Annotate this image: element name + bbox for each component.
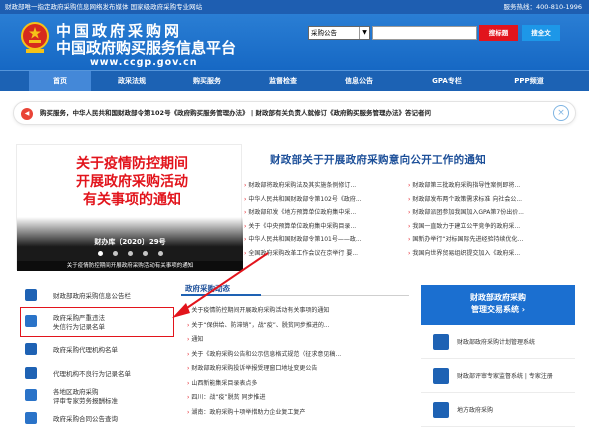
slide-dot[interactable] — [97, 251, 103, 256]
news-link[interactable]: 关于《中央预算单位政府集中采购目录... — [244, 220, 402, 234]
panel-title-line: 管理交易系统 › — [470, 305, 526, 314]
sidebar-item-bulletin[interactable]: 财政部政府采购信息公告栏 — [20, 284, 170, 308]
banner-title-line: 开展政府采购活动 — [76, 174, 188, 190]
banner-pagination — [17, 251, 243, 256]
slide-dot[interactable] — [127, 251, 133, 256]
calendar-icon — [433, 334, 449, 350]
slide-dot[interactable] — [157, 251, 163, 256]
search-title-button[interactable]: 搜标题 — [479, 25, 518, 41]
system-link-label: 地方政府采购 — [457, 407, 494, 414]
news-link[interactable]: 山西新能集采目录表点多 — [187, 377, 402, 392]
nav-announcements[interactable]: 信息公告 — [328, 71, 390, 91]
nav-gpa[interactable]: GPA专栏 — [416, 71, 478, 91]
trading-system-header[interactable]: 财政部政府采购 管理交易系统 › — [421, 285, 575, 325]
news-link[interactable]: 中华人民共和国财政部令第101号——政... — [244, 233, 402, 247]
news-link[interactable]: 全国政府采购改革工作会议在京举行 要... — [244, 247, 402, 261]
search-category-value: 采购公告 — [311, 29, 337, 37]
notice-marquee: ◀ 购买服务，中华人民共和国财政部令第102号《政府购买服务管理办法》 | 财政… — [13, 101, 576, 125]
bar-chart-icon — [25, 367, 37, 379]
close-icon[interactable]: × — [553, 105, 569, 121]
topbar-slogan: 财政部唯一指定政府采购信息网络发布媒体 国家级政府采购专业网站 — [5, 3, 203, 11]
site-url: www.ccgp.gov.cn — [90, 57, 198, 68]
search-icon — [25, 412, 37, 424]
banner-title-line: 有关事项的通知 — [83, 192, 181, 208]
site-subtitle: 中国政府购买服务信息平台 — [56, 39, 237, 57]
sidebar-item-label-block: 各地区政府采购 评审专家劳务报酬标准 — [53, 388, 118, 406]
news-link[interactable]: 关于“保供给、防滞销”，战“疫”、脱贫同步推进的... — [187, 319, 402, 334]
feature-banner[interactable]: 关于疫情防控期间 开展政府采购活动 有关事项的通知 财办库〔2020〕29号 关… — [16, 144, 243, 271]
nav-purchase-services[interactable]: 购买服务 — [176, 71, 238, 91]
speaker-icon: ◀ — [21, 108, 33, 120]
top-info-bar: 财政部唯一指定政府采购信息网络发布媒体 国家级政府采购专业网站 服务热线：400… — [0, 0, 589, 14]
slide-dot[interactable] — [112, 251, 118, 256]
news-link[interactable]: 湖南：政府采购十项举措助力企业复工复产 — [187, 406, 402, 421]
system-link-plan[interactable]: 财政部政府采购计划管理系统 — [421, 325, 575, 359]
site-header: 中国政府采购网 中国政府购买服务信息平台 www.ccgp.gov.cn 采购公… — [0, 14, 589, 70]
system-link-local[interactable]: 地方政府采购 — [421, 393, 575, 427]
main-nav: 首页 政采法规 购买服务 监督检查 信息公告 GPA专栏 PPP频道 — [0, 70, 589, 91]
globe-icon — [433, 402, 449, 418]
search-input[interactable] — [372, 26, 477, 40]
sidebar-item-label: 政府采购合同公告查询 — [53, 415, 118, 423]
sidebar-item-agencies[interactable]: 政府采购代理机构名单 — [20, 338, 170, 362]
highlight-box — [20, 307, 174, 337]
news-link[interactable]: 四川：战“疫”脱贫 同步推进 — [187, 391, 402, 406]
news-link[interactable]: 财政部印发《地方预算单位政府集中采... — [244, 206, 402, 220]
divider-accent — [181, 294, 261, 296]
news-link[interactable]: 中华人民共和国财政部令第102号《政府... — [244, 193, 402, 207]
search-fulltext-button[interactable]: 搜全文 — [522, 25, 560, 41]
news-link[interactable]: 国新办举行“对标国际先进经验持续优化... — [408, 233, 566, 247]
sidebar-item-bad-records[interactable]: 代理机构不良行为记录名单 — [20, 362, 170, 386]
news-link[interactable]: 财政部第三批政府采购指导性案例即将... — [408, 179, 566, 193]
nav-supervision[interactable]: 监督检查 — [252, 71, 314, 91]
service-hotline: 服务热线：400-810-1996 — [503, 3, 582, 11]
news-link[interactable]: 财政部发布两个政策需求标准 向社会公... — [408, 193, 566, 207]
news-link[interactable]: 财政部将政府采购法及其实施条例修订... — [244, 179, 402, 193]
news-link[interactable]: 通知 — [187, 333, 402, 348]
banner-title-line: 关于疫情防控期间 — [76, 156, 188, 172]
sidebar-item-label: 评审专家劳务报酬标准 — [53, 397, 118, 405]
sidebar-item-label: 各地区政府采购 — [53, 388, 99, 396]
dynamic-news-list: 关于疫情防控期间开展政府采购活动有关事项的通知 关于“保供给、防滞销”，战“疫”… — [187, 304, 402, 420]
sidebar-item-contract-search[interactable]: 政府采购合同公告查询 — [20, 407, 170, 431]
system-link-label: 财政部评审专家监督系统 | 专家注册 — [457, 373, 553, 380]
news-link[interactable]: 我国向世界贸易组织提交加入《政府采... — [408, 247, 566, 261]
nav-ppp[interactable]: PPP频道 — [498, 71, 560, 91]
sidebar-item-expert-fees[interactable]: 各地区政府采购 评审专家劳务报酬标准 — [20, 384, 170, 408]
headline-link[interactable]: 财政部关于开展政府采购意向公开工作的通知 — [270, 152, 486, 167]
news-list-right: 财政部第三批政府采购指导性案例即将... 财政部发布两个政策需求标准 向社会公.… — [408, 179, 566, 260]
search-category-select[interactable]: 采购公告 ▼ — [308, 26, 370, 40]
news-link[interactable]: 财政部派团参加我国加入GPA第7份出价... — [408, 206, 566, 220]
sidebar-item-label: 政府采购代理机构名单 — [53, 346, 118, 354]
news-list-left: 财政部将政府采购法及其实施条例修订... 中华人民共和国财政部令第102号《政府… — [244, 179, 402, 260]
site-title[interactable]: 中国政府采购网 — [56, 23, 182, 40]
news-link[interactable]: 我国一直致力于建立公平竞争的政府采... — [408, 220, 566, 234]
banner-doc-number: 财办库〔2020〕29号 — [94, 238, 166, 246]
chevron-down-icon[interactable]: ▼ — [359, 27, 369, 39]
national-emblem-icon[interactable] — [20, 21, 50, 55]
panel-title-line: 财政部政府采购 — [470, 293, 526, 302]
monitor-icon — [25, 289, 37, 301]
banner-title: 关于疫情防控期间 开展政府采购活动 有关事项的通知 — [47, 155, 217, 209]
sidebar-item-label: 代理机构不良行为记录名单 — [53, 370, 131, 378]
bar-chart-icon — [25, 343, 37, 355]
slide-dot[interactable] — [142, 251, 148, 256]
nav-regulations[interactable]: 政采法规 — [101, 71, 163, 91]
news-link[interactable]: 关于《政府采购公告和公示信息格式规范（征求意见稿... — [187, 348, 402, 363]
section-title[interactable]: 政府采购动态 — [185, 283, 230, 294]
news-link[interactable]: 关于疫情防控期间开展政府采购活动有关事项的通知 — [187, 304, 402, 319]
banner-caption[interactable]: 关于疫情防控期间开展政府采购活动有关事项的通知 — [17, 261, 243, 271]
nav-home[interactable]: 首页 — [29, 71, 91, 91]
list-icon — [433, 368, 449, 384]
sidebar-item-label: 财政部政府采购信息公告栏 — [53, 292, 131, 300]
system-link-label: 财政部政府采购计划管理系统 — [457, 339, 536, 346]
system-link-experts[interactable]: 财政部评审专家监督系统 | 专家注册 — [421, 359, 575, 393]
notice-text[interactable]: 购买服务，中华人民共和国财政部令第102号《政府购买服务管理办法》 | 财政部有… — [40, 102, 431, 124]
building-icon — [25, 389, 37, 401]
news-link[interactable]: 财政部政府采购投诉举报受理窗口地址变更公告 — [187, 362, 402, 377]
